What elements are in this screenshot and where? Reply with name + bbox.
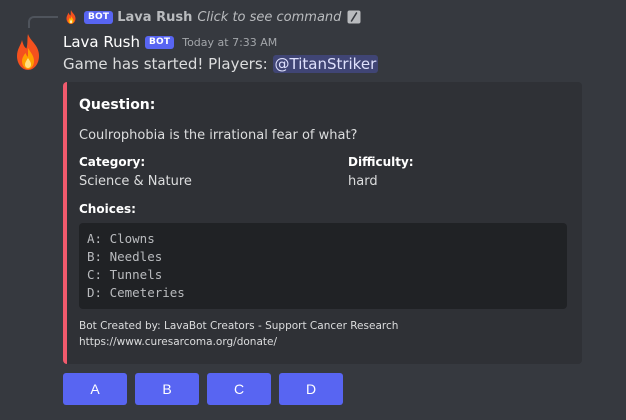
- choices-field-name: Choices:: [79, 202, 136, 216]
- category-field-name: Category:: [79, 155, 146, 169]
- trivia-embed: Question: Coulrophobia is the irrational…: [63, 82, 582, 364]
- command-hint[interactable]: Click to see command: [197, 10, 341, 25]
- discord-message-view: BOT Lava Rush Click to see command Lava …: [0, 0, 626, 420]
- difficulty-field-value: hard: [348, 174, 378, 189]
- choice-line: C: Tunnels: [87, 267, 163, 282]
- message-text: Game has started! Players:: [63, 55, 273, 73]
- answer-c-button[interactable]: C: [207, 373, 271, 405]
- fire-icon[interactable]: [8, 32, 48, 72]
- author-name[interactable]: Lava Rush: [63, 33, 140, 51]
- reply-connector: [28, 16, 58, 28]
- category-field-value: Science & Nature: [79, 174, 192, 189]
- embed-title: Question:: [79, 97, 156, 113]
- difficulty-field-name: Difficulty:: [348, 155, 414, 169]
- footer-credit: Bot Created by: LavaBot Creators - Suppo…: [79, 320, 399, 332]
- reply-reference[interactable]: BOT Lava Rush Click to see command: [63, 7, 361, 27]
- footer-donate-url: https://www.curesarcoma.org/donate/: [79, 336, 277, 348]
- embed-footer: Bot Created by: LavaBot Creators - Suppo…: [79, 318, 398, 350]
- embed-question: Coulrophobia is the irrational fear of w…: [79, 128, 358, 143]
- choice-line: A: Clowns: [87, 231, 155, 246]
- bot-tag: BOT: [84, 10, 114, 24]
- message-header: Lava Rush BOT Today at 7:33 AM: [63, 32, 277, 52]
- choice-line: D: Cemeteries: [87, 285, 185, 300]
- message-content: Game has started! Players: @TitanStriker: [63, 54, 379, 74]
- choice-line: B: Needles: [87, 249, 163, 264]
- answer-buttons: A B C D: [63, 373, 351, 405]
- slash-command-icon[interactable]: [347, 10, 361, 24]
- answer-d-button[interactable]: D: [279, 373, 343, 405]
- fire-icon: [66, 10, 76, 24]
- reply-author-name[interactable]: Lava Rush: [117, 10, 192, 25]
- answer-b-button[interactable]: B: [135, 373, 199, 405]
- bot-tag: BOT: [144, 35, 175, 49]
- message-timestamp[interactable]: Today at 7:33 AM: [182, 36, 277, 49]
- user-mention[interactable]: @TitanStriker: [272, 55, 379, 73]
- choices-codeblock: A: Clowns B: Needles C: Tunnels D: Cemet…: [79, 223, 567, 309]
- answer-a-button[interactable]: A: [63, 373, 127, 405]
